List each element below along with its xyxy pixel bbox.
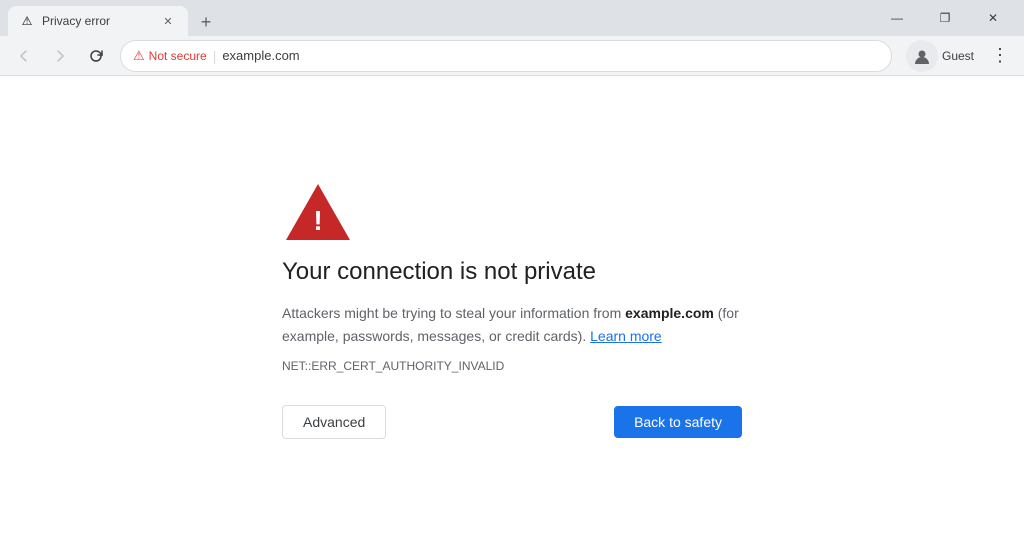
not-secure-label: Not secure	[149, 49, 207, 63]
tab-strip: ⚠ Privacy error ✕ +	[8, 0, 874, 36]
new-tab-button[interactable]: +	[192, 8, 220, 36]
profile-icon[interactable]	[906, 40, 938, 72]
forward-button[interactable]	[44, 40, 76, 72]
svg-text:!: !	[313, 205, 322, 236]
active-tab[interactable]: ⚠ Privacy error ✕	[8, 6, 188, 36]
tab-title: Privacy error	[42, 14, 152, 28]
tab-favicon: ⚠	[20, 14, 34, 28]
error-container: ! Your connection is not private Attacke…	[262, 180, 762, 439]
page-content: ! Your connection is not private Attacke…	[0, 76, 1024, 543]
browser-window: ⚠ Privacy error ✕ + — ❐ ✕ ⚠ Not secure	[0, 0, 1024, 543]
back-to-safety-button[interactable]: Back to safety	[614, 406, 742, 438]
back-button[interactable]	[8, 40, 40, 72]
advanced-button[interactable]: Advanced	[282, 405, 386, 439]
profile-area[interactable]: Guest	[900, 38, 980, 74]
address-divider: |	[213, 48, 217, 64]
window-controls: — ❐ ✕	[874, 3, 1016, 33]
minimize-button[interactable]: —	[874, 3, 920, 33]
learn-more-link[interactable]: Learn more	[590, 328, 662, 344]
warning-triangle-icon: !	[282, 180, 354, 242]
error-code: NET::ERR_CERT_AUTHORITY_INVALID	[282, 359, 504, 373]
error-actions: Advanced Back to safety	[282, 405, 742, 439]
not-secure-indicator: ⚠ Not secure	[133, 48, 207, 64]
reload-button[interactable]	[80, 40, 112, 72]
title-bar: ⚠ Privacy error ✕ + — ❐ ✕	[0, 0, 1024, 36]
warning-icon: ⚠	[133, 48, 145, 64]
profile-name: Guest	[942, 49, 974, 63]
error-icon-wrap: !	[282, 180, 354, 242]
address-bar[interactable]: ⚠ Not secure | example.com	[120, 40, 892, 72]
tab-close-button[interactable]: ✕	[160, 13, 176, 29]
toolbar: ⚠ Not secure | example.com Guest ⋮	[0, 36, 1024, 76]
maximize-button[interactable]: ❐	[922, 3, 968, 33]
error-description: Attackers might be trying to steal your …	[282, 302, 742, 347]
domain-highlight: example.com	[625, 305, 714, 321]
address-url: example.com	[222, 48, 299, 63]
menu-button[interactable]: ⋮	[984, 40, 1016, 72]
close-button[interactable]: ✕	[970, 3, 1016, 33]
description-before: Attackers might be trying to steal your …	[282, 305, 625, 321]
error-title: Your connection is not private	[282, 258, 596, 286]
